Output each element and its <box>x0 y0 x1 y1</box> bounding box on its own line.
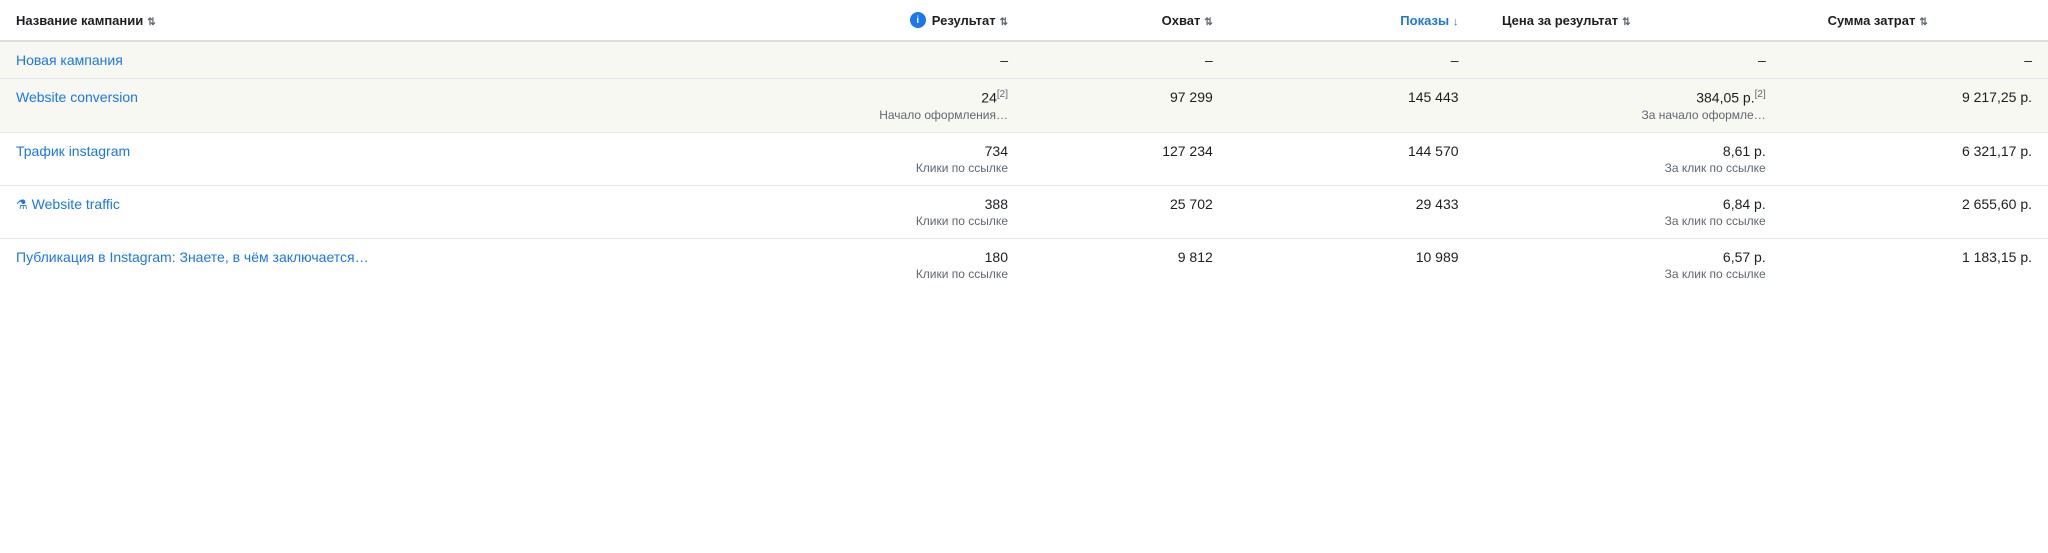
price-sublabel: За клик по ссылке <box>1491 267 1766 281</box>
result-value: 388 <box>733 196 1008 212</box>
campaign-price-cell: – <box>1475 41 1782 79</box>
col-header-result[interactable]: i Результат ⇅ <box>717 0 1024 41</box>
table-row: Публикация в Instagram: Знаете, в чём за… <box>0 238 2048 291</box>
campaign-price-cell: 6,57 р. За клик по ссылке <box>1475 238 1782 291</box>
price-value: – <box>1491 52 1766 68</box>
campaign-name[interactable]: Website conversion <box>16 89 138 105</box>
col-reach-sort-icon: ⇅ <box>1204 17 1212 28</box>
campaign-name-cell: Трафик instagram <box>0 132 717 185</box>
campaign-result-cell: 24[2] Начало оформления… <box>717 79 1024 133</box>
campaign-spend-cell: – <box>1782 41 2048 79</box>
campaign-spend-cell: 1 183,15 р. <box>1782 238 2048 291</box>
campaign-impressions-cell: 29 433 <box>1229 185 1475 238</box>
col-reach-label: Охват <box>1162 13 1201 28</box>
price-superscript: [2] <box>1755 89 1766 100</box>
campaign-spend-cell: 9 217,25 р. <box>1782 79 2048 133</box>
table-row: ⚗Website traffic 388 Клики по ссылке 25 702… <box>0 185 2048 238</box>
result-sublabel: Клики по ссылке <box>733 214 1008 228</box>
table-row: Трафик instagram 734 Клики по ссылке 127 23… <box>0 132 2048 185</box>
campaign-name-cell: Новая кампания <box>0 41 717 79</box>
campaign-spend-cell: 6 321,17 р. <box>1782 132 2048 185</box>
table-row: Website conversion 24[2] Начало оформления… <box>0 79 2048 133</box>
campaign-impressions-cell: 10 989 <box>1229 238 1475 291</box>
price-sublabel: За начало оформле… <box>1491 108 1766 122</box>
result-value: 734 <box>733 143 1008 159</box>
campaign-impressions-cell: 145 443 <box>1229 79 1475 133</box>
col-header-spend[interactable]: Сумма затрат ⇅ <box>1782 0 2048 41</box>
col-name-sort-icon: ⇅ <box>147 17 155 28</box>
result-superscript: [2] <box>997 89 1008 100</box>
campaign-result-cell: 388 Клики по ссылке <box>717 185 1024 238</box>
price-value: 8,61 р. <box>1491 143 1766 159</box>
col-price-sort-icon: ⇅ <box>1622 17 1630 28</box>
campaign-result-cell: 734 Клики по ссылке <box>717 132 1024 185</box>
price-sublabel: За клик по ссылке <box>1491 161 1766 175</box>
price-value: 384,05 р.[2] <box>1491 89 1766 106</box>
campaigns-table-container: Название кампании ⇅ i Результат ⇅ Охват … <box>0 0 2048 291</box>
campaign-price-cell: 6,84 р. За клик по ссылке <box>1475 185 1782 238</box>
col-name-label: Название кампании <box>16 13 143 28</box>
campaign-name[interactable]: Публикация в Instagram: Знаете, в чём за… <box>16 249 369 265</box>
price-value: 6,84 р. <box>1491 196 1766 212</box>
campaign-name[interactable]: Новая кампания <box>16 52 123 68</box>
campaign-reach-cell: 9 812 <box>1024 238 1229 291</box>
campaign-reach-cell: 127 234 <box>1024 132 1229 185</box>
campaign-reach-cell: 97 299 <box>1024 79 1229 133</box>
col-spend-label: Сумма затрат <box>1828 13 1916 28</box>
campaign-reach-cell: – <box>1024 41 1229 79</box>
campaign-impressions-cell: 144 570 <box>1229 132 1475 185</box>
col-header-reach[interactable]: Охват ⇅ <box>1024 0 1229 41</box>
result-sublabel: Начало оформления… <box>733 108 1008 122</box>
campaign-spend-cell: 2 655,60 р. <box>1782 185 2048 238</box>
campaign-result-cell: – <box>717 41 1024 79</box>
campaign-price-cell: 384,05 р.[2] За начало оформле… <box>1475 79 1782 133</box>
flask-icon: ⚗ <box>16 197 28 212</box>
result-value: 180 <box>733 249 1008 265</box>
col-impressions-label: Показы <box>1400 13 1449 28</box>
col-price-label: Цена за результат <box>1502 13 1618 28</box>
col-header-price[interactable]: Цена за результат ⇅ <box>1475 0 1782 41</box>
col-header-name[interactable]: Название кампании ⇅ <box>0 0 717 41</box>
price-value: 6,57 р. <box>1491 249 1766 265</box>
campaign-result-cell: 180 Клики по ссылке <box>717 238 1024 291</box>
campaign-name[interactable]: ⚗Website traffic <box>16 196 120 212</box>
col-impressions-sort-icon: ↓ <box>1453 16 1459 28</box>
campaign-name[interactable]: Трафик instagram <box>16 143 130 159</box>
campaign-name-cell: Website conversion <box>0 79 717 133</box>
table-header-row: Название кампании ⇅ i Результат ⇅ Охват … <box>0 0 2048 41</box>
col-header-impressions[interactable]: Показы ↓ <box>1229 0 1475 41</box>
campaign-name-cell: Публикация в Instagram: Знаете, в чём за… <box>0 238 717 291</box>
col-result-sort-icon: ⇅ <box>1000 17 1008 28</box>
campaigns-table: Название кампании ⇅ i Результат ⇅ Охват … <box>0 0 2048 291</box>
campaign-name-cell: ⚗Website traffic <box>0 185 717 238</box>
table-row: Новая кампания––––– <box>0 41 2048 79</box>
result-info-icon: i <box>910 12 926 28</box>
campaign-reach-cell: 25 702 <box>1024 185 1229 238</box>
result-value: 24[2] <box>733 89 1008 106</box>
campaign-impressions-cell: – <box>1229 41 1475 79</box>
col-result-label: Результат <box>932 13 996 28</box>
price-sublabel: За клик по ссылке <box>1491 214 1766 228</box>
col-spend-sort-icon: ⇅ <box>1919 17 1927 28</box>
result-sublabel: Клики по ссылке <box>733 267 1008 281</box>
result-sublabel: Клики по ссылке <box>733 161 1008 175</box>
result-value: – <box>733 52 1008 68</box>
campaign-price-cell: 8,61 р. За клик по ссылке <box>1475 132 1782 185</box>
